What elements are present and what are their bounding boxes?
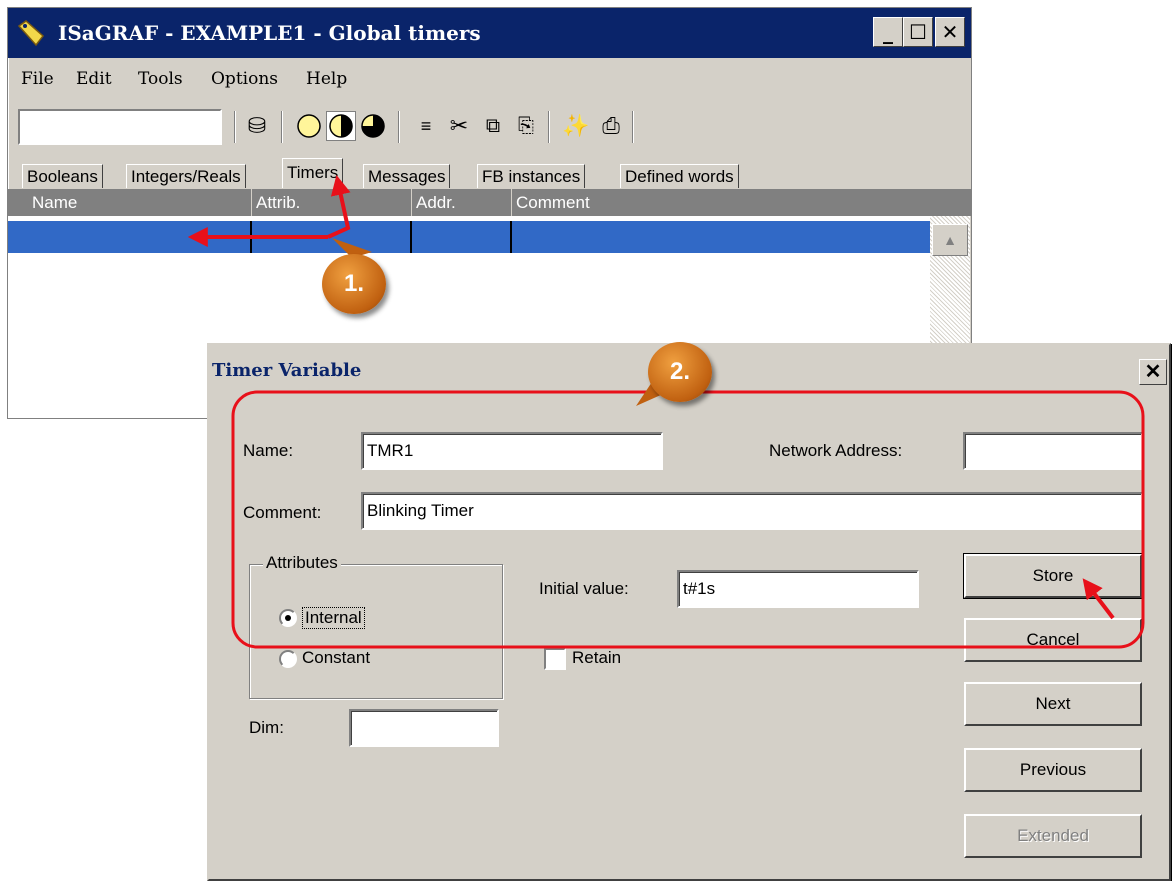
extended-button: Extended <box>964 814 1142 858</box>
tab-booleans[interactable]: Booleans <box>22 164 103 188</box>
menu-edit[interactable]: Edit <box>76 69 112 89</box>
attributes-legend: Attributes <box>263 553 341 573</box>
comment-field[interactable]: Blinking Timer <box>361 492 1143 530</box>
scope-local-icon[interactable] <box>358 111 388 141</box>
paste-icon[interactable]: ⎘ <box>511 111 541 141</box>
minimize-icon: _ <box>883 20 893 44</box>
scope-global-icon[interactable] <box>294 111 324 141</box>
previous-button[interactable]: Previous <box>964 748 1142 792</box>
step-1-badge: 1. <box>322 254 386 314</box>
initial-value-label: Initial value: <box>539 579 629 598</box>
menu-help[interactable]: Help <box>306 69 347 89</box>
name-label: Name: <box>243 441 294 460</box>
attributes-group: Attributes Internal Constant <box>249 553 503 699</box>
dim-label: Dim: <box>249 718 284 737</box>
cell-comment[interactable] <box>512 221 930 253</box>
dialog-title: Timer Variable <box>212 360 362 381</box>
toolbar-separator <box>398 111 400 143</box>
tab-timers[interactable]: Timers <box>282 158 344 188</box>
radio-selected-dot <box>285 615 291 621</box>
toolbar-separator <box>548 111 550 143</box>
toolbar-separator <box>632 111 634 143</box>
tab-messages[interactable]: Messages <box>363 164 451 188</box>
cell-name[interactable] <box>8 221 252 253</box>
maximize-button[interactable]: ☐ <box>903 17 933 47</box>
retain-label[interactable]: Retain <box>572 648 621 668</box>
dialog-close-icon[interactable]: ✕ <box>1139 359 1167 385</box>
maximize-icon: ☐ <box>909 20 927 44</box>
network-address-label: Network Address: <box>769 441 903 460</box>
tag-icon <box>17 20 45 47</box>
copy-icon[interactable]: ⧉ <box>478 111 508 141</box>
network-address-field[interactable] <box>963 432 1143 470</box>
tab-integers-reals[interactable]: Integers/Reals <box>126 164 246 188</box>
toolbar-separator <box>281 111 283 143</box>
print-icon[interactable]: ⎙ <box>596 111 626 141</box>
radio-constant-label[interactable]: Constant <box>302 648 370 668</box>
radio-constant[interactable] <box>279 650 297 668</box>
tab-fb-instances[interactable]: FB instances <box>477 164 586 188</box>
dim-field[interactable] <box>349 709 499 747</box>
name-field[interactable]: TMR1 <box>361 432 663 470</box>
column-header-comment[interactable]: Comment <box>512 189 930 216</box>
table-row-selected[interactable] <box>8 221 930 253</box>
cancel-button[interactable]: Cancel <box>964 618 1142 662</box>
timer-variable-dialog: Timer Variable ✕ Name: TMR1 Network Addr… <box>207 343 1171 881</box>
close-icon: ✕ <box>941 20 959 44</box>
open-program-icon[interactable]: ⛁ <box>242 111 272 141</box>
toolbar-separator <box>234 111 236 143</box>
toolbar: ⛁ ≡ ✂ ⧉ ⎘ ✨ ⎙ <box>8 103 971 148</box>
step-2-badge: 2. <box>648 342 712 402</box>
tab-strip: Booleans Integers/Reals Timers Messages … <box>8 158 971 188</box>
initial-value-field[interactable]: t#1s <box>677 570 919 608</box>
scope-common-icon[interactable] <box>326 111 356 141</box>
toolbar-combo-box[interactable] <box>18 109 222 145</box>
retain-checkbox[interactable] <box>544 648 566 670</box>
cut-icon[interactable]: ✂ <box>444 111 474 141</box>
scroll-up-icon[interactable]: ▲ <box>932 224 968 256</box>
column-header-addr[interactable]: Addr. <box>412 189 512 216</box>
main-window-title: ISaGRAF - EXAMPLE1 - Global timers <box>58 21 481 45</box>
magic-wand-icon[interactable]: ✨ <box>561 111 591 141</box>
next-button[interactable]: Next <box>964 682 1142 726</box>
menu-tools[interactable]: Tools <box>138 69 183 89</box>
store-button[interactable]: Store <box>964 554 1142 598</box>
column-header-attrib[interactable]: Attrib. <box>252 189 412 216</box>
cell-attrib[interactable] <box>252 221 412 253</box>
cell-addr[interactable] <box>412 221 512 253</box>
menu-bar: File Edit Tools Options Help <box>8 64 971 94</box>
menu-file[interactable]: File <box>21 69 54 89</box>
close-button[interactable]: ✕ <box>935 17 965 47</box>
menu-options[interactable]: Options <box>211 69 278 89</box>
radio-internal-label[interactable]: Internal <box>302 607 365 629</box>
comment-label: Comment: <box>243 503 322 522</box>
column-header-name[interactable]: Name <box>28 189 252 216</box>
grid-header: Name Attrib. Addr. Comment <box>8 189 971 216</box>
main-title-bar: ISaGRAF - EXAMPLE1 - Global timers _ ☐ ✕ <box>8 8 971 58</box>
minimize-button[interactable]: _ <box>873 17 903 47</box>
tab-defined-words[interactable]: Defined words <box>620 164 739 188</box>
insert-line-icon[interactable]: ≡ <box>411 111 441 141</box>
radio-internal[interactable] <box>279 609 297 627</box>
